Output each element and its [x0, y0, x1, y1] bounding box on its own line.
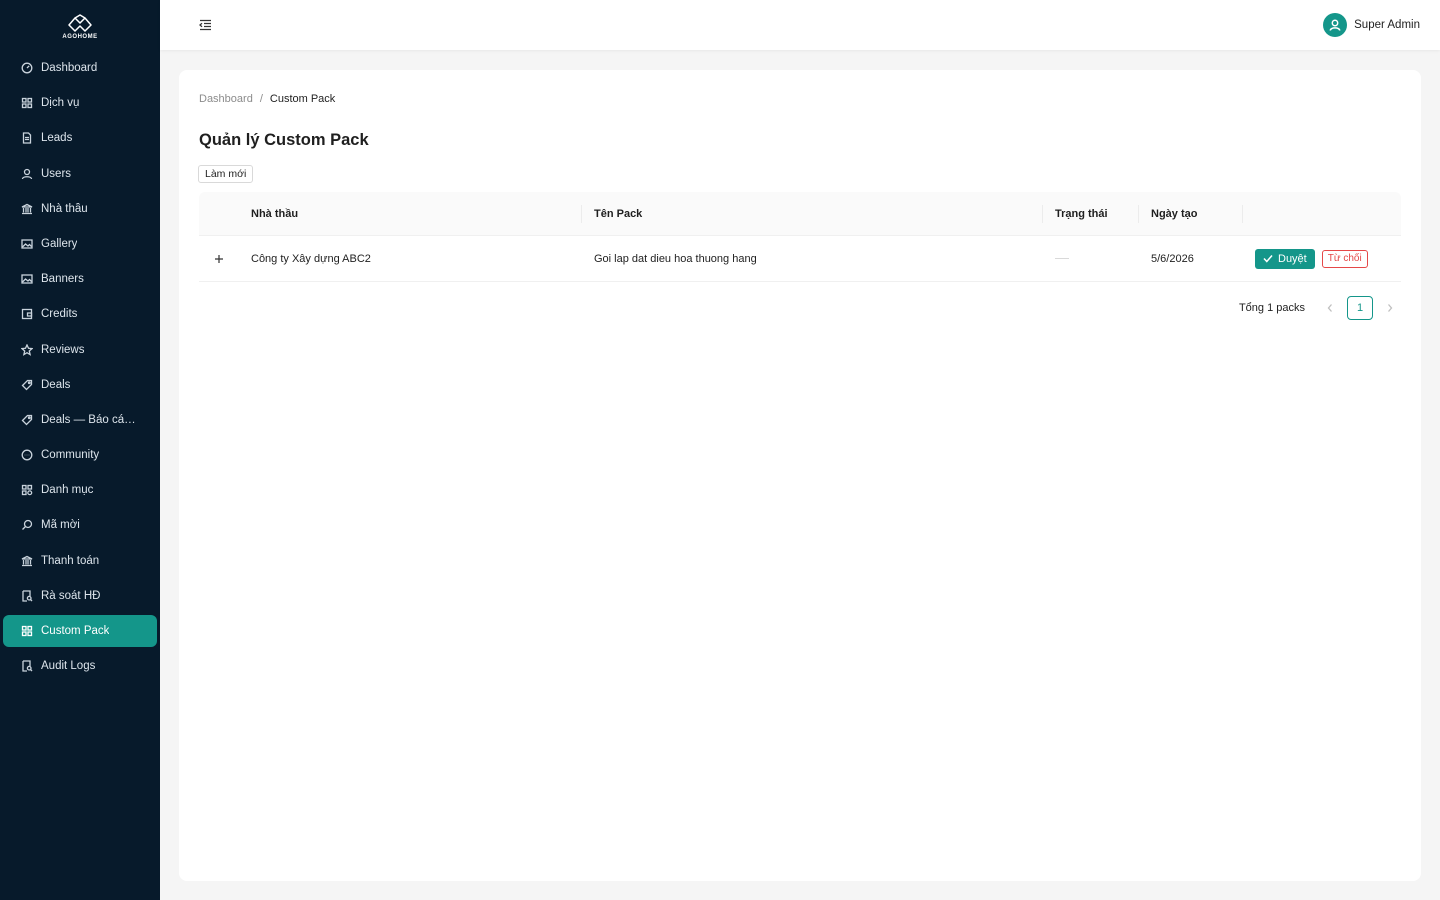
sidebar-item-gallery[interactable]: Gallery — [3, 228, 157, 260]
sidebar-item-label: Credits — [41, 308, 78, 321]
main-content: Dashboard / Custom Pack Quản lý Custom P… — [179, 70, 1421, 881]
sidebar-item-label: Dashboard — [41, 62, 98, 74]
approve-button-label: Duyệt — [1278, 252, 1307, 265]
expand-cell — [199, 236, 239, 281]
sidebar-item-custom-pack[interactable]: Custom Pack — [3, 615, 157, 647]
sidebar-item-label: Audit Logs — [41, 660, 96, 673]
page-title: Quản lý Custom Pack — [199, 131, 369, 149]
sidebar-item-label: Mã mời — [41, 519, 80, 532]
sidebar-item-reviews[interactable]: Reviews — [3, 334, 157, 366]
check-icon — [1263, 255, 1273, 263]
expand-row-plus-icon[interactable] — [213, 253, 225, 265]
status-empty-placeholder — [1055, 258, 1069, 259]
sidebar-item-label: Thanh toán — [41, 554, 100, 567]
search-icon — [21, 519, 33, 531]
user-menu[interactable]: Super Admin — [1323, 13, 1420, 37]
breadcrumb-current: Custom Pack — [269, 93, 336, 105]
sidebar-item-ma-moi[interactable]: Mã mời — [3, 509, 157, 541]
refresh-button[interactable]: Làm mới — [198, 165, 254, 183]
sidebar-item-community[interactable]: Community — [3, 439, 157, 471]
sidebar: AGOHOME Dashboard Dịch vụ Leads Users Nh… — [0, 0, 160, 900]
user-icon — [21, 168, 33, 180]
tag-icon — [21, 414, 33, 426]
breadcrumb-dashboard-link[interactable]: Dashboard — [199, 93, 253, 105]
cell-pack-name: Goi lap dat dieu hoa thuong hang — [594, 252, 757, 265]
expand-column-header — [199, 192, 239, 235]
pagination-prev-icon[interactable] — [1319, 297, 1341, 319]
tag-icon — [21, 379, 33, 391]
sidebar-item-label: Danh mục — [41, 484, 94, 497]
sidebar-item-nha-thau[interactable]: Nhà thầu — [3, 193, 157, 225]
top-header: Super Admin — [160, 0, 1440, 50]
sidebar-item-users[interactable]: Users — [3, 158, 157, 190]
sidebar-item-label: Users — [41, 167, 72, 180]
custom-pack-table: Nhà thầu Tên Pack Trạng thái Ngày tạo Cô… — [199, 192, 1401, 282]
sidebar-item-danh-muc[interactable]: Danh mục — [3, 474, 157, 506]
column-header-status: Trạng thái — [1043, 192, 1139, 235]
sidebar-item-label: Deals — [41, 378, 71, 391]
sidebar-item-leads[interactable]: Leads — [3, 122, 157, 154]
pagination-total: Tổng 1 packs — [1238, 302, 1305, 314]
audit-icon — [21, 590, 33, 602]
reject-button[interactable]: Từ chối — [1321, 249, 1368, 268]
cell-contractor: Công ty Xây dựng ABC2 — [251, 252, 371, 265]
sidebar-menu: Dashboard Dịch vụ Leads Users Nhà thầu G… — [0, 50, 160, 682]
sidebar-item-dashboard[interactable]: Dashboard — [3, 52, 157, 84]
avatar — [1323, 13, 1348, 37]
sidebar-item-credits[interactable]: Credits — [3, 298, 157, 330]
sidebar-item-banners[interactable]: Banners — [3, 263, 157, 295]
logo-icon — [68, 14, 92, 32]
breadcrumb-separator: / — [259, 93, 263, 105]
pagination-page-1[interactable]: 1 — [1347, 296, 1373, 320]
column-header-pack-name: Tên Pack — [582, 192, 1043, 235]
audit-icon — [21, 660, 33, 672]
grid-icon — [21, 625, 33, 637]
sidebar-item-label: Gallery — [41, 237, 78, 250]
sidebar-item-label: Banners — [41, 273, 84, 286]
column-header-actions — [1243, 192, 1401, 235]
cell-created-date: 5/6/2026 — [1151, 252, 1194, 265]
file-icon — [21, 132, 33, 145]
brand-logo[interactable]: AGOHOME — [0, 0, 160, 50]
user-name: Super Admin — [1354, 19, 1420, 31]
sidebar-item-label: Custom Pack — [41, 625, 110, 637]
sidebar-item-label: Deals — Báo cáo vi phạm — [41, 413, 141, 426]
cell-actions: Duyệt Từ chối — [1243, 236, 1401, 281]
sidebar-item-label: Reviews — [41, 343, 85, 356]
sidebar-item-label: Dịch vụ — [41, 97, 80, 110]
wallet-icon — [21, 308, 33, 320]
user-icon — [1329, 19, 1341, 31]
star-icon — [21, 343, 33, 356]
approve-button[interactable]: Duyệt — [1255, 248, 1315, 269]
sidebar-item-label: Nhà thầu — [41, 202, 88, 215]
sidebar-item-label: Rà soát HĐ — [41, 589, 101, 602]
grid-icon — [21, 97, 33, 109]
dashboard-icon — [21, 62, 33, 74]
sidebar-item-deals-reports[interactable]: Deals — Báo cáo vi phạm — [3, 404, 157, 436]
category-icon — [21, 484, 33, 496]
image-icon — [21, 238, 33, 250]
pagination-next-icon[interactable] — [1379, 297, 1401, 319]
sidebar-item-ra-soat-hd[interactable]: Rà soát HĐ — [3, 580, 157, 612]
sidebar-item-dich-vu[interactable]: Dịch vụ — [3, 87, 157, 119]
menu-fold-icon[interactable] — [198, 18, 212, 32]
breadcrumb: Dashboard / Custom Pack — [199, 93, 335, 105]
sidebar-item-audit-logs[interactable]: Audit Logs — [3, 650, 157, 682]
table-header: Nhà thầu Tên Pack Trạng thái Ngày tạo — [199, 192, 1401, 236]
bank-icon — [21, 203, 33, 215]
column-header-created-date: Ngày tạo — [1139, 192, 1243, 235]
pagination: Tổng 1 packs 1 — [1239, 296, 1401, 320]
brand-name: AGOHOME — [62, 34, 98, 40]
bank-icon — [21, 555, 33, 567]
cell-status — [1043, 236, 1139, 281]
sidebar-item-thanh-toan[interactable]: Thanh toán — [3, 545, 157, 577]
sidebar-item-label: Leads — [41, 132, 73, 145]
table-row: Công ty Xây dựng ABC2 Goi lap dat dieu h… — [199, 236, 1401, 282]
message-icon — [21, 449, 33, 461]
sidebar-item-label: Community — [41, 449, 100, 462]
column-header-contractor: Nhà thầu — [239, 192, 582, 235]
sidebar-item-deals[interactable]: Deals — [3, 369, 157, 401]
image-icon — [21, 273, 33, 285]
